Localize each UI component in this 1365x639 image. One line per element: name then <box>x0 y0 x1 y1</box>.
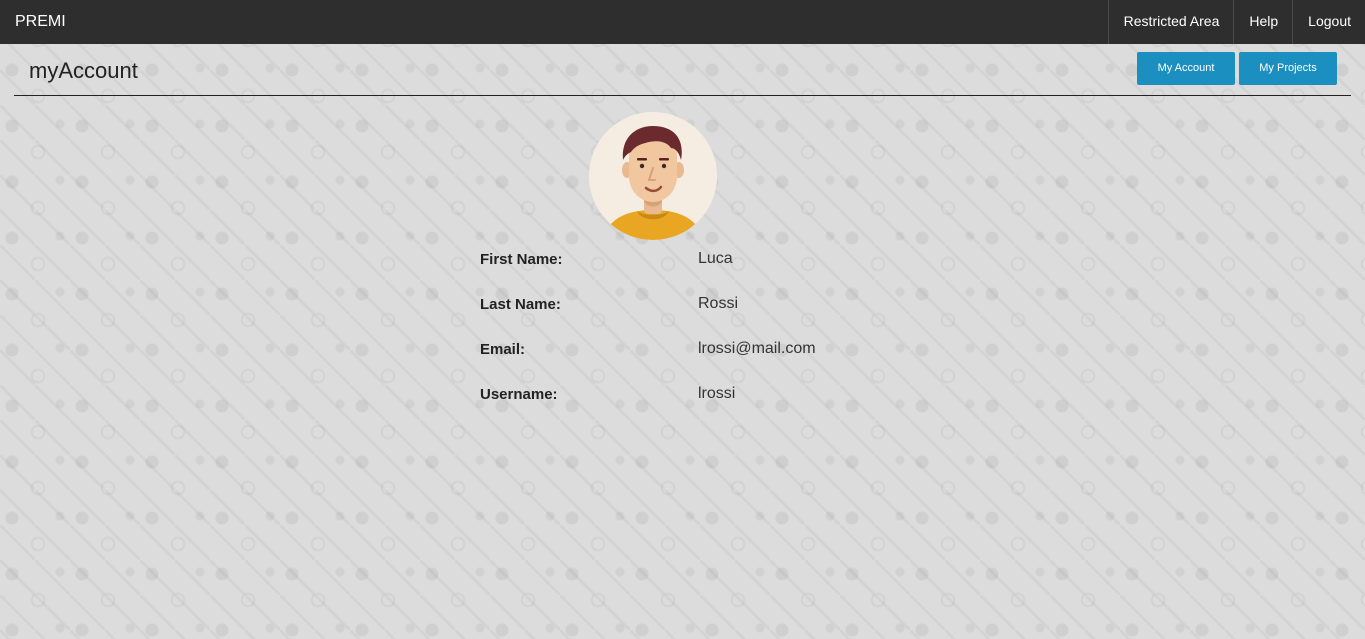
nav-link-restricted-area[interactable]: Restricted Area <box>1107 0 1234 44</box>
email-value: lrossi@mail.com <box>698 340 816 357</box>
last-name-row: Last Name: Rossi <box>480 293 900 338</box>
page-title: myAccount <box>29 58 138 83</box>
avatar-illustration <box>589 112 717 240</box>
last-name-value: Rossi <box>698 295 739 312</box>
top-navbar: PREMI Restricted Area Help Logout <box>0 0 1365 44</box>
profile-info: First Name: Luca Last Name: Rossi Email:… <box>480 248 900 428</box>
username-row: Username: lrossi <box>480 383 900 428</box>
username-label: Username: <box>480 386 558 403</box>
first-name-value: Luca <box>698 250 733 267</box>
nav-links: Restricted Area Help Logout <box>1107 0 1365 44</box>
header-divider <box>14 95 1351 96</box>
email-label: Email: <box>480 341 526 358</box>
email-row: Email: lrossi@mail.com <box>480 338 900 383</box>
last-name-label: Last Name: <box>480 296 561 313</box>
username-value: lrossi <box>698 385 736 402</box>
brand-link[interactable]: PREMI <box>15 0 66 44</box>
user-avatar-icon <box>589 112 717 240</box>
first-name-label: First Name: <box>480 251 563 268</box>
nav-link-logout[interactable]: Logout <box>1292 0 1365 44</box>
header-buttons: My Account My Projects <box>1137 52 1337 85</box>
my-account-button[interactable]: My Account <box>1137 52 1235 85</box>
nav-link-help[interactable]: Help <box>1233 0 1292 44</box>
first-name-row: First Name: Luca <box>480 248 900 293</box>
my-projects-button[interactable]: My Projects <box>1239 52 1337 85</box>
